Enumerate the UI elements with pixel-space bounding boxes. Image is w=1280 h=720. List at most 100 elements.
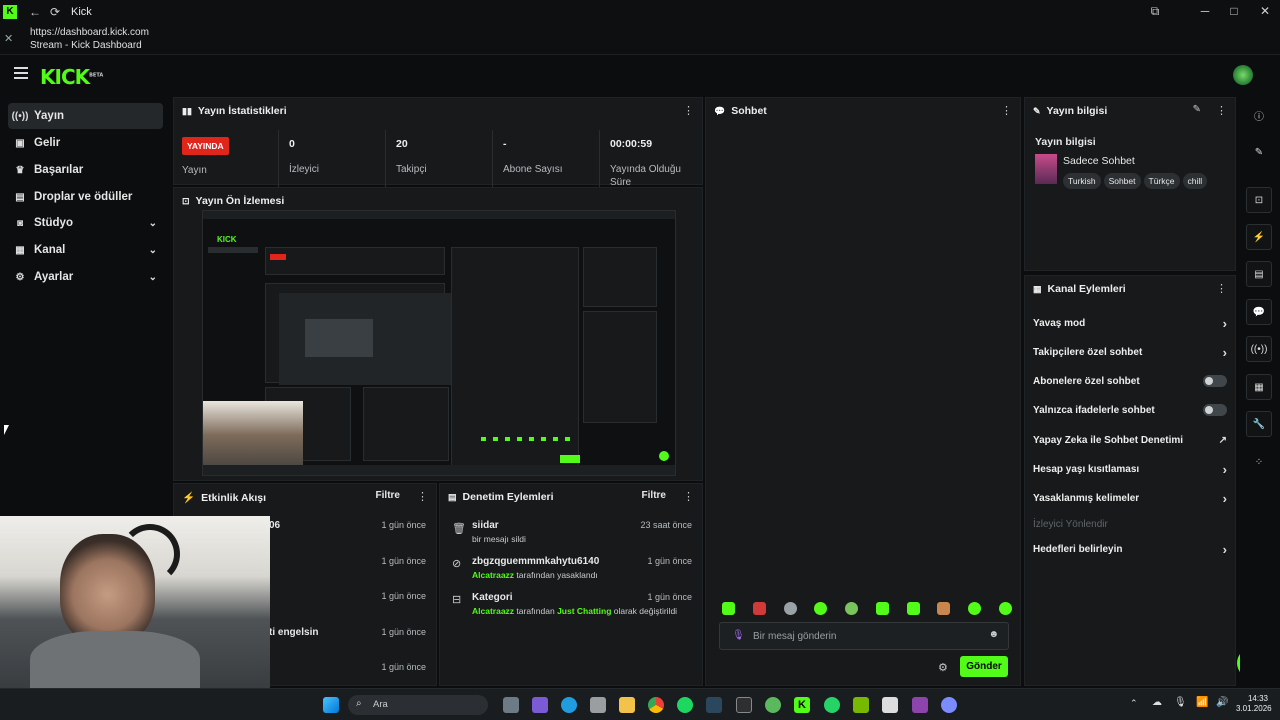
window-layout-icon[interactable]: ⧉	[1140, 0, 1170, 23]
more-options-icon[interactable]: ⋮	[683, 490, 694, 503]
chevron-down-icon: ⌄	[148, 244, 157, 256]
sidebar-item-yayin[interactable]: ((•)) Yayın	[8, 103, 163, 129]
channel-icon: ▦	[15, 244, 25, 256]
back-arrow-icon[interactable]: ←	[25, 5, 45, 19]
broadcast-toggle-icon[interactable]: ((•))	[1246, 336, 1272, 362]
onenote-icon[interactable]	[912, 697, 928, 713]
activity-toggle-icon[interactable]: ⚡	[1246, 224, 1272, 250]
chat-input[interactable]: 🎙 Bir mesaj gönderin ☻	[719, 622, 1009, 650]
edit-layout-icon[interactable]: ✎	[1246, 139, 1272, 165]
stream-preview-video[interactable]: KICK	[202, 210, 676, 476]
channel-actions-toggle-icon[interactable]: ▦	[1246, 374, 1272, 400]
trash-icon: 🗑	[452, 523, 466, 535]
integrations-icon[interactable]: ⁘	[1246, 449, 1272, 475]
explorer-icon[interactable]	[619, 697, 635, 713]
sidebar-item-droplar[interactable]: ▤ Droplar ve ödüller	[8, 184, 163, 210]
sidebar-item-studyo[interactable]: ◙ Stüdyo ⌄	[8, 210, 163, 236]
app-g-icon[interactable]	[882, 697, 898, 713]
moderation-toggle-icon[interactable]: ▤	[1246, 261, 1272, 287]
emote-icon[interactable]	[752, 602, 766, 615]
tag[interactable]: Sohbet	[1103, 173, 1141, 189]
info-icon[interactable]: ⓘ	[1246, 102, 1272, 128]
cloud-icon[interactable]: ☁	[1152, 697, 1162, 708]
wifi-icon[interactable]: 📶	[1196, 697, 1208, 708]
broadcast-icon: ((•))	[11, 110, 29, 122]
start-button[interactable]	[323, 697, 339, 713]
system-clock[interactable]: 14:33 3.01.2026	[1236, 694, 1272, 714]
chevron-down-icon: ⌄	[148, 217, 157, 229]
volume-icon[interactable]: 🔊	[1216, 697, 1228, 708]
edge-icon[interactable]	[561, 697, 577, 713]
send-button[interactable]: Gönder	[960, 656, 1008, 677]
app-icon[interactable]	[941, 697, 957, 713]
emotes-only-item: Yalnızca ifadelerle sohbet	[1033, 399, 1227, 421]
emote-icon[interactable]	[814, 602, 828, 615]
ai-moderation-item[interactable]: Yapay Zeka ile Sohbet Denetimi ↗	[1033, 429, 1227, 451]
chevron-right-icon: ›	[1222, 541, 1227, 557]
more-options-icon[interactable]: ⋮	[1216, 104, 1227, 117]
filter-button[interactable]: Filtre	[376, 490, 400, 501]
tools-toggle-icon[interactable]: 🔧	[1246, 411, 1272, 437]
app-icon[interactable]	[765, 697, 781, 713]
slow-mode-item[interactable]: Yavaş mod ›	[1033, 312, 1227, 334]
reload-icon[interactable]: ⟳	[45, 5, 65, 19]
store-icon[interactable]	[590, 697, 606, 713]
preview-toggle-icon[interactable]: ⊡	[1246, 187, 1272, 213]
tag[interactable]: Türkçe	[1143, 173, 1180, 189]
emote-icon[interactable]	[875, 602, 889, 615]
subscribers-only-toggle[interactable]	[1203, 375, 1227, 387]
url-text[interactable]: https://dashboard.kick.com	[30, 27, 149, 38]
emote-icon[interactable]	[845, 602, 859, 615]
emoji-icon[interactable]: ☻	[988, 629, 999, 640]
more-options-icon[interactable]: ⋮	[683, 104, 694, 117]
kick-logo[interactable]: KICKBETA	[40, 65, 103, 89]
more-options-icon[interactable]: ⋮	[417, 490, 428, 503]
avatar[interactable]	[1233, 65, 1253, 85]
chat-toggle-icon[interactable]: 💬	[1246, 299, 1272, 325]
obs-icon[interactable]	[736, 697, 752, 713]
sidebar-item-gelir[interactable]: ▣ Gelir	[8, 130, 163, 156]
kick-taskbar-icon[interactable]: K	[794, 697, 810, 713]
edit-icon[interactable]: ✎	[1193, 104, 1201, 115]
tag[interactable]: Turkish	[1063, 173, 1101, 189]
emote-icon[interactable]	[998, 602, 1012, 615]
emote-icon[interactable]	[783, 602, 797, 615]
emote-icon[interactable]	[722, 602, 735, 615]
sidebar-item-kanal[interactable]: ▦ Kanal ⌄	[8, 237, 163, 263]
goals-item[interactable]: Hedefleri belirleyin ›	[1033, 538, 1227, 560]
microphone-icon[interactable]: 🎙	[1174, 697, 1187, 708]
maximize-button[interactable]: □	[1219, 0, 1249, 23]
sidebar-item-basarilar[interactable]: ♛ Başarılar	[8, 157, 163, 183]
emote-icon[interactable]	[937, 602, 951, 615]
nvidia-icon[interactable]	[853, 697, 869, 713]
close-window-button[interactable]: ✕	[1250, 0, 1280, 23]
banned-words-item[interactable]: Yasaklanmış kelimeler ›	[1033, 487, 1227, 509]
minimize-button[interactable]: ─	[1190, 0, 1220, 23]
emote-icon[interactable]	[906, 602, 920, 615]
spotify-icon[interactable]	[677, 697, 693, 713]
followers-only-item[interactable]: Takipçilere özel sohbet ›	[1033, 341, 1227, 363]
taskbar-search[interactable]: ⌕ Ara	[348, 695, 488, 715]
whatsapp-icon[interactable]	[824, 697, 840, 713]
more-options-icon[interactable]: ⋮	[1001, 104, 1012, 117]
chat-settings-icon[interactable]: ⚙	[938, 661, 948, 674]
filter-button[interactable]: Filtre	[642, 490, 666, 501]
panel-title: Yayın Ön İzlemesi	[195, 195, 285, 207]
close-icon[interactable]: ✕	[4, 32, 13, 45]
account-age-item[interactable]: Hesap yaşı kısıtlaması ›	[1033, 458, 1227, 480]
hamburger-menu-icon[interactable]	[14, 67, 28, 79]
task-view-icon[interactable]	[503, 697, 519, 713]
more-options-icon[interactable]: ⋮	[1216, 282, 1227, 295]
widgets-icon[interactable]	[532, 697, 548, 713]
gear-icon: ⚙	[15, 271, 25, 283]
chevron-up-icon[interactable]: ⌃	[1130, 698, 1138, 709]
chrome-icon[interactable]	[648, 697, 664, 713]
emotes-only-toggle[interactable]	[1203, 404, 1227, 416]
pencil-icon: ✎	[1033, 105, 1041, 116]
sidebar-item-ayarlar[interactable]: ⚙ Ayarlar ⌄	[8, 264, 163, 290]
tag[interactable]: chill	[1182, 173, 1208, 189]
emote-icon[interactable]	[968, 602, 982, 615]
microphone-icon[interactable]: 🎙	[732, 630, 745, 641]
stream-title: Sadece Sohbet	[1063, 155, 1135, 167]
steam-icon[interactable]	[706, 697, 722, 713]
